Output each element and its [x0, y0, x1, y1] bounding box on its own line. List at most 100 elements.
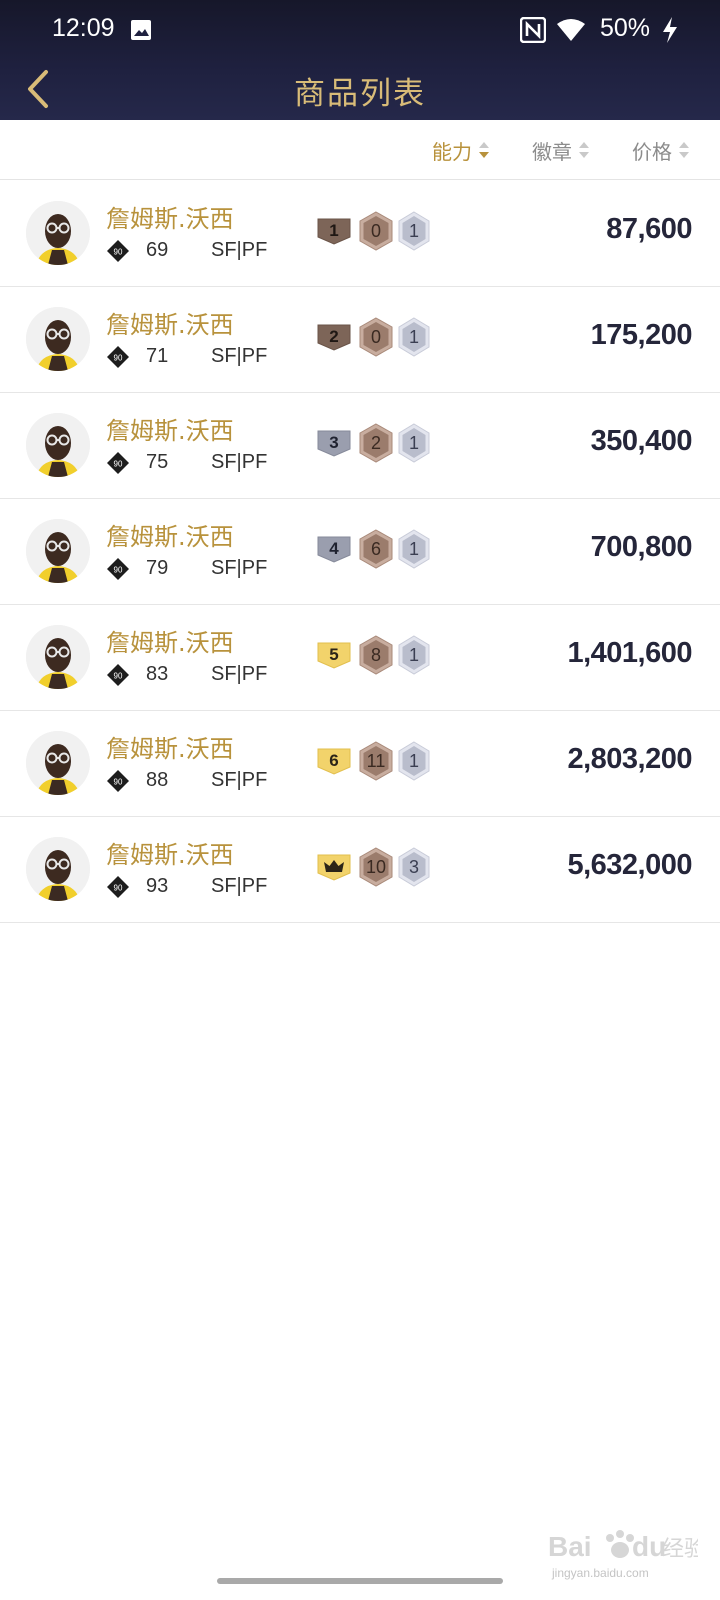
player-name: 詹姆斯.沃西 — [106, 311, 234, 339]
item-price: 350,400 — [590, 425, 693, 457]
baidu-watermark-logo: Bai du 经验 — [548, 1530, 698, 1562]
player-position: SF|PF — [211, 875, 268, 897]
silver-badge-count: 1 — [408, 644, 419, 665]
player-name: 詹姆斯.沃西 — [106, 523, 234, 551]
item-price: 2,803,200 — [567, 743, 692, 775]
copper-badge-count: 0 — [370, 220, 381, 241]
player-position: SF|PF — [211, 345, 268, 367]
copper-badge-count: 2 — [370, 432, 381, 453]
sort-ability-button[interactable]: 能力 — [432, 134, 490, 166]
svg-text:90: 90 — [114, 460, 123, 469]
svg-text:90: 90 — [114, 566, 123, 575]
list-item[interactable]: 詹姆斯.沃西 90 93 SF|PF 10 3 5,632,000 — [0, 817, 720, 923]
item-price: 700,800 — [590, 531, 693, 563]
silver-badge-count: 1 — [408, 220, 419, 241]
level-badge: 5 — [316, 640, 352, 670]
player-rating: 83 — [146, 663, 169, 685]
silver-badge-count: 1 — [408, 538, 419, 559]
level-badge: 6 — [316, 746, 352, 776]
player-rating: 69 — [146, 239, 169, 261]
svg-text:经验: 经验 — [662, 1537, 698, 1562]
copper-badge: 6 — [358, 529, 394, 569]
page-title: 商品列表 — [294, 76, 426, 112]
product-list: 詹姆斯.沃西 90 69 SF|PF 1 0 1 87,600 詹姆斯.沃西 9… — [0, 181, 720, 923]
copper-badge: 8 — [358, 635, 394, 675]
copper-badge-count: 10 — [365, 856, 387, 877]
player-avatar — [26, 519, 90, 583]
list-item[interactable]: 詹姆斯.沃西 90 79 SF|PF 4 6 1 700,800 — [0, 499, 720, 605]
player-name: 詹姆斯.沃西 — [106, 841, 234, 869]
level-label: 1 — [329, 221, 339, 240]
svg-text:90: 90 — [114, 248, 123, 257]
sort-price-label: 价格 — [632, 139, 672, 164]
svg-text:Bai: Bai — [548, 1531, 592, 1562]
player-avatar — [26, 201, 90, 265]
item-price: 87,600 — [606, 213, 692, 245]
copper-badge-count: 0 — [370, 326, 381, 347]
silver-badge: 1 — [397, 529, 431, 569]
overall-diamond-icon: 90 — [106, 345, 130, 369]
player-avatar — [26, 731, 90, 795]
level-badge: 1 — [316, 216, 352, 246]
list-item[interactable]: 詹姆斯.沃西 90 69 SF|PF 1 0 1 87,600 — [0, 181, 720, 287]
level-label: 2 — [329, 327, 339, 346]
overall-diamond-icon: 90 — [106, 769, 130, 793]
player-rating: 88 — [146, 769, 169, 791]
player-position: SF|PF — [211, 663, 268, 685]
level-badge: 3 — [316, 428, 352, 458]
charging-icon — [663, 17, 677, 43]
player-name: 詹姆斯.沃西 — [106, 205, 234, 233]
player-position: SF|PF — [211, 557, 268, 579]
silver-badge: 1 — [397, 317, 431, 357]
image-icon — [131, 20, 151, 40]
svg-text:90: 90 — [114, 884, 123, 893]
silver-badge: 3 — [397, 847, 431, 887]
silver-badge-count: 1 — [408, 750, 419, 771]
player-name: 詹姆斯.沃西 — [106, 629, 234, 657]
svg-text:90: 90 — [114, 778, 123, 787]
list-item[interactable]: 詹姆斯.沃西 90 88 SF|PF 6 11 1 2,803,200 — [0, 711, 720, 817]
player-name: 詹姆斯.沃西 — [106, 417, 234, 445]
sort-arrows-icon — [679, 142, 689, 158]
player-rating: 75 — [146, 451, 169, 473]
svg-text:90: 90 — [114, 672, 123, 681]
sort-badge-button[interactable]: 徽章 — [532, 134, 590, 166]
wifi-icon — [557, 19, 585, 41]
silver-badge-count: 3 — [408, 856, 419, 877]
silver-badge: 1 — [397, 211, 431, 251]
sort-badge-label: 徽章 — [532, 139, 572, 164]
sort-ability-label: 能力 — [432, 139, 472, 164]
silver-badge: 1 — [397, 423, 431, 463]
list-item[interactable]: 詹姆斯.沃西 90 75 SF|PF 3 2 1 350,400 — [0, 393, 720, 499]
sort-arrows-icon — [479, 142, 489, 158]
copper-badge-count: 8 — [370, 644, 381, 665]
home-indicator[interactable] — [217, 1578, 503, 1584]
svg-text:90: 90 — [114, 354, 123, 363]
top-bar: 12:09 50% 商品列表 — [0, 0, 720, 120]
item-price: 5,632,000 — [567, 849, 692, 881]
player-rating: 79 — [146, 557, 169, 579]
item-price: 1,401,600 — [567, 637, 692, 669]
status-time: 12:09 — [52, 14, 115, 42]
battery-percent: 50% — [600, 14, 651, 42]
level-badge: 2 — [316, 322, 352, 352]
copper-badge-count: 6 — [370, 538, 381, 559]
silver-badge-count: 1 — [408, 326, 419, 347]
overall-diamond-icon: 90 — [106, 557, 130, 581]
level-label: 3 — [329, 433, 339, 452]
list-item[interactable]: 詹姆斯.沃西 90 71 SF|PF 2 0 1 175,200 — [0, 287, 720, 393]
overall-diamond-icon: 90 — [106, 875, 130, 899]
overall-diamond-icon: 90 — [106, 451, 130, 475]
silver-badge: 1 — [397, 741, 431, 781]
silver-badge: 1 — [397, 635, 431, 675]
copper-badge: 2 — [358, 423, 394, 463]
sort-price-button[interactable]: 价格 — [632, 134, 690, 166]
status-bar: 12:09 50% — [0, 0, 720, 62]
list-item[interactable]: 詹姆斯.沃西 90 83 SF|PF 5 8 1 1,401,600 — [0, 605, 720, 711]
watermark-url: jingyan.baidu.com — [552, 1566, 649, 1580]
app-bar: 商品列表 — [0, 62, 720, 120]
player-avatar — [26, 307, 90, 371]
player-rating: 71 — [146, 345, 169, 367]
copper-badge: 11 — [358, 741, 394, 781]
level-badge: 4 — [316, 534, 352, 564]
